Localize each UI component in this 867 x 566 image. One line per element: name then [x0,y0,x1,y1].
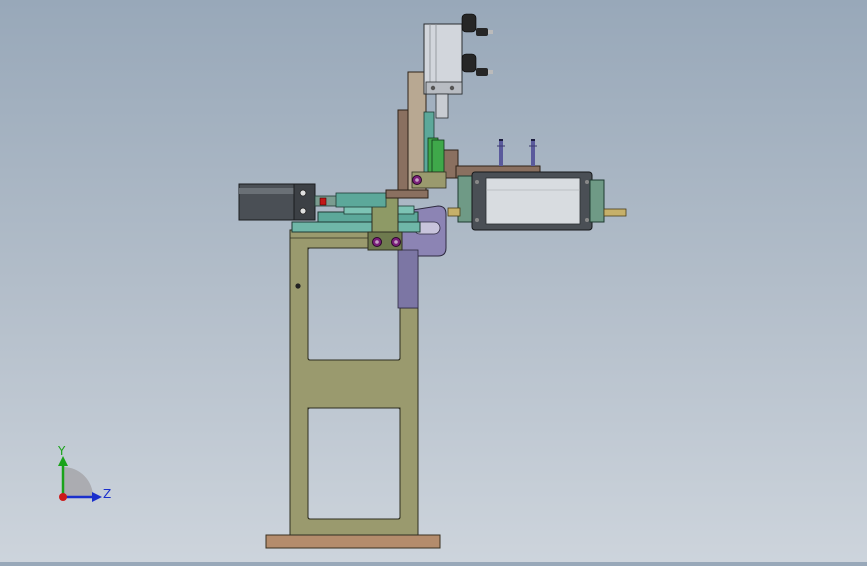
arm-bolt-inner [415,178,419,182]
view-triad[interactable]: Y Z [57,444,111,502]
left-cylinder-endcap [293,183,316,221]
motor-screw-3 [475,218,479,222]
vertical-bracket-foot [385,189,429,199]
frame-window-lower [307,407,401,520]
triad-x-axis-dot [59,493,67,501]
left-cylinder-nut [319,197,327,206]
top-cylinder-screw-left [430,85,436,91]
frame-hole-left [295,283,301,289]
top-cylinder-rod[interactable] [435,93,449,119]
left-cylinder-port-top [299,189,307,197]
vertical-bracket[interactable] [397,109,409,197]
model-view[interactable]: Y Z [0,0,867,562]
arm-green-block [431,139,445,173]
motor-shaft[interactable] [603,208,627,217]
slide-rail-base[interactable] [291,221,421,233]
motor-face [485,177,581,225]
motor-screw-4 [585,218,589,222]
motor-screw-2 [585,180,589,184]
clamp-bolt-right-inner [394,240,398,244]
motor-screw-1 [475,180,479,184]
air-fitting-upper[interactable] [461,13,493,36]
frame-window-upper [307,247,401,361]
left-cylinder-port-bottom [299,207,307,215]
clamp-bolt-left-inner [375,240,379,244]
base-plate[interactable] [265,534,441,549]
motor-right-end[interactable] [589,179,605,223]
graphics-viewport[interactable]: Y Z [0,0,867,562]
motor-shaft-left [447,207,461,217]
triad-y-label: Y [57,444,66,458]
top-cylinder-screw-right [449,85,455,91]
triad-z-label: Z [103,487,111,501]
air-fitting-lower[interactable] [461,53,493,76]
purple-plate-lower [397,249,419,309]
left-cylinder-rod-end [335,192,387,208]
triad-z-arrow [92,492,102,502]
triad-plane-quadrant [63,467,93,497]
